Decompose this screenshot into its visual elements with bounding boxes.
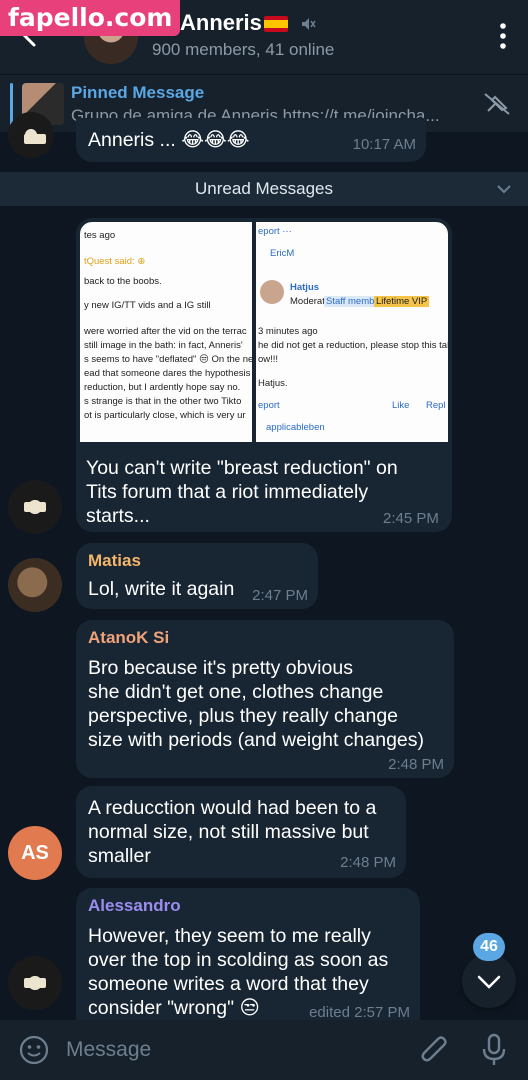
- more-menu-icon[interactable]: [498, 22, 508, 50]
- pinned-indicator: [10, 83, 13, 125]
- screenshot-text-line: 3 minutes ago: [258, 326, 318, 337]
- mute-icon: [302, 18, 316, 31]
- screenshot-text-line: applicableben: [266, 422, 325, 433]
- message-text: Lol, write it again: [88, 578, 235, 600]
- message-input[interactable]: Message: [66, 1038, 151, 1062]
- message-time: 2:48 PM: [388, 756, 444, 773]
- spain-flag-icon: [263, 16, 288, 33]
- screenshot-text-line: were worried after the vid on the terrac: [84, 326, 247, 337]
- screenshot-text-line: Hatjus: [290, 282, 320, 293]
- scroll-down-button[interactable]: [462, 954, 516, 1008]
- message-time: 2:47 PM: [252, 587, 308, 604]
- screenshot-text-line: s seems to have "deflated" 😒 On the ne: [84, 354, 252, 365]
- user-avatar[interactable]: [8, 558, 62, 612]
- chevron-down-icon[interactable]: [496, 182, 512, 196]
- watermark-logo: fapello.com: [0, 0, 181, 36]
- screenshot-text-line: eport: [258, 400, 280, 411]
- unread-messages-divider: Unread Messages: [0, 172, 528, 206]
- screenshot-text-line: ow!!!: [258, 354, 279, 365]
- message-text: You can't write "breast reduction" on Ti…: [86, 457, 398, 527]
- forum-screenshot-image[interactable]: tes ago tQuest said: ⊕ back to the boobs. y…: [80, 222, 252, 442]
- pinned-title: Pinned Message: [71, 83, 205, 102]
- message-bubble[interactable]: Matias Lol, write it again 2:47 PM: [76, 543, 318, 609]
- user-avatar[interactable]: [8, 956, 62, 1010]
- screenshot-text-line: y new IG/TT vids and a IG still: [84, 300, 211, 311]
- message-time: 2:48 PM: [340, 854, 396, 871]
- screenshot-text-line: Repl: [426, 400, 446, 411]
- screenshot-text-line: Lifetime VIP: [374, 296, 430, 307]
- message-composer: Message: [0, 1020, 528, 1080]
- screenshot-text-line: ead that someone dares the hypothesis: [84, 368, 251, 379]
- message-bubble[interactable]: A reducction would had been to a normal …: [76, 786, 406, 878]
- user-avatar[interactable]: [8, 112, 54, 158]
- sender-name[interactable]: Alessandro: [88, 896, 181, 916]
- screenshot-text-line: still image in the bath: in fact, Anneri…: [84, 340, 243, 351]
- screenshot-text-line: reduction, but I ardently hope say no.: [84, 382, 241, 393]
- unread-count-badge: 46: [473, 933, 505, 961]
- emoji-icon[interactable]: [18, 1034, 50, 1066]
- attach-icon[interactable]: [418, 1032, 452, 1068]
- screenshot-text-line: Like: [392, 400, 410, 411]
- screenshot-text-line: Hatjus.: [258, 378, 288, 389]
- message-time: edited 2:57 PM: [309, 1004, 410, 1021]
- message-bubble[interactable]: Alessandro However, they seem to me real…: [76, 888, 420, 1028]
- microphone-icon[interactable]: [480, 1032, 508, 1068]
- screenshot-text-line: EricM: [270, 248, 295, 259]
- user-avatar[interactable]: [8, 480, 62, 534]
- screenshot-text-line: eport ···: [258, 226, 292, 237]
- screenshot-text-line: s strange is that in the other two Tikto: [84, 396, 242, 407]
- message-time: 2:45 PM: [383, 510, 439, 527]
- forum-screenshot-image[interactable]: eport ··· EricM Hatjus Moderator Staff membe…: [256, 222, 448, 442]
- chevron-down-icon: [477, 975, 501, 989]
- message-text: Bro because it's pretty obvious she didn…: [88, 657, 425, 751]
- screenshot-text-line: ot is particularly close, which is very …: [84, 410, 246, 421]
- sender-name[interactable]: AtanoK Si: [88, 628, 169, 648]
- user-avatar[interactable]: AS: [8, 826, 62, 880]
- screenshot-text-line: he did not get a reduction, please stop …: [258, 340, 448, 351]
- screenshot-text-line: tes ago: [84, 230, 116, 241]
- message-bubble[interactable]: AtanoK Si Bro because it's pretty obviou…: [76, 620, 454, 778]
- screenshot-text-line: back to the boobs.: [84, 276, 162, 287]
- forum-user-avatar: [260, 280, 284, 304]
- message-text: A reducction would had been to a normal …: [88, 797, 377, 867]
- sender-name[interactable]: Matias: [88, 551, 141, 571]
- chat-subtitle: 900 members, 41 online: [152, 40, 335, 59]
- unpin-icon[interactable]: [482, 91, 512, 117]
- screenshot-text-line: tQuest said: ⊕: [84, 256, 146, 267]
- message-bubble[interactable]: Anneris ... 😂😂😂 10:17 AM: [76, 118, 426, 162]
